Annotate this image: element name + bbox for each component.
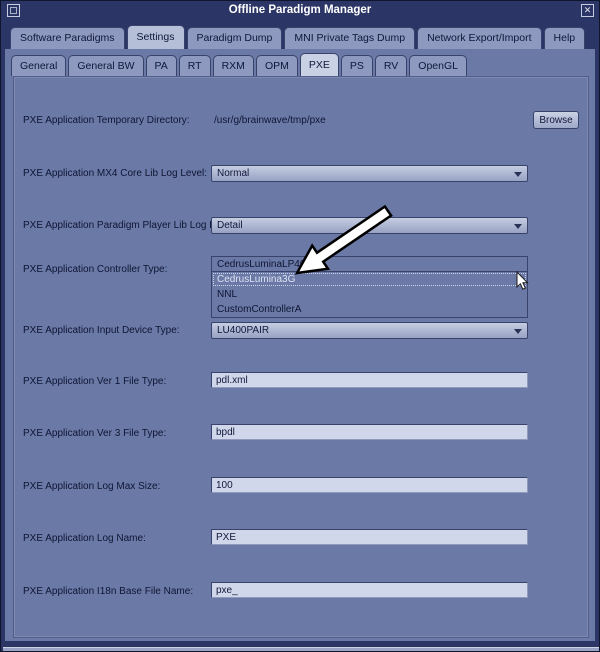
tab-pxe[interactable]: PXE (300, 53, 339, 76)
secondary-tab-bar: General General BW PA RT RXM OPM PXE PS … (11, 53, 469, 76)
temporary-directory-label: PXE Application Temporary Directory: (23, 115, 190, 126)
tab-rv[interactable]: RV (375, 55, 407, 76)
mx4-log-level-label: PXE Application MX4 Core Lib Log Level: (23, 168, 207, 179)
tab-opm[interactable]: OPM (256, 55, 298, 76)
tab-settings[interactable]: Settings (127, 25, 185, 49)
player-log-level-value: Detail (217, 220, 243, 231)
app-window: Offline Paradigm Manager ✕ Software Para… (0, 0, 600, 652)
log-max-size-input[interactable] (211, 477, 528, 493)
tab-paradigm-dump[interactable]: Paradigm Dump (187, 27, 283, 49)
chevron-down-icon (514, 329, 522, 334)
controller-option-nnl[interactable]: NNL (212, 287, 527, 302)
controller-type-listbox: CedrusLuminaLP400 CedrusLumina3G NNL Cus… (211, 256, 528, 318)
tab-opengl[interactable]: OpenGL (409, 55, 467, 76)
input-device-type-combobox[interactable]: LU400PAIR (211, 322, 528, 339)
tab-rt[interactable]: RT (179, 55, 211, 76)
log-max-size-label: PXE Application Log Max Size: (23, 481, 160, 492)
mx4-log-level-value: Normal (217, 168, 249, 179)
title-bar: Offline Paradigm Manager ✕ (1, 1, 599, 19)
close-icon[interactable]: ✕ (581, 4, 594, 17)
controller-type-label: PXE Application Controller Type: (23, 264, 167, 275)
ver3-file-type-label: PXE Application Ver 3 File Type: (23, 428, 166, 439)
log-name-input[interactable] (211, 529, 528, 545)
tab-pa[interactable]: PA (146, 55, 177, 76)
tab-general-bw[interactable]: General BW (68, 55, 143, 76)
pxe-settings-panel (13, 76, 589, 638)
player-log-level-label: PXE Application Paradigm Player Lib Log … (23, 220, 236, 231)
tab-mni-private-tags-dump[interactable]: MNI Private Tags Dump (284, 27, 415, 49)
i18n-base-file-name-input[interactable] (211, 582, 528, 598)
input-device-type-label: PXE Application Input Device Type: (23, 325, 180, 336)
window-menu-icon[interactable] (7, 4, 20, 17)
tab-help[interactable]: Help (544, 27, 586, 49)
browse-button[interactable]: Browse (533, 111, 579, 129)
tab-rxm[interactable]: RXM (213, 55, 254, 76)
tab-network-export-import[interactable]: Network Export/Import (417, 27, 541, 49)
ver1-file-type-input[interactable] (211, 372, 528, 388)
log-name-label: PXE Application Log Name: (23, 533, 146, 544)
mx4-log-level-combobox[interactable]: Normal (211, 165, 528, 182)
controller-option-cedruslumina3g[interactable]: CedrusLumina3G (212, 272, 527, 287)
tab-ps[interactable]: PS (341, 55, 373, 76)
controller-option-customcontrollera[interactable]: CustomControllerA (212, 302, 527, 317)
primary-tab-bar: Software Paradigms Settings Paradigm Dum… (1, 19, 599, 49)
i18n-base-file-name-label: PXE Application I18n Base File Name: (23, 586, 193, 597)
input-device-type-value: LU400PAIR (217, 325, 269, 336)
chevron-down-icon (514, 172, 522, 177)
player-log-level-combobox[interactable]: Detail (211, 217, 528, 234)
window-title: Offline Paradigm Manager (1, 4, 599, 16)
bottom-panel-edge (1, 641, 599, 652)
tab-software-paradigms[interactable]: Software Paradigms (10, 27, 125, 49)
ver1-file-type-label: PXE Application Ver 1 File Type: (23, 376, 166, 387)
settings-page: General General BW PA RT RXM OPM PXE PS … (5, 49, 595, 641)
chevron-down-icon (514, 224, 522, 229)
ver3-file-type-input[interactable] (211, 424, 528, 440)
temporary-directory-value: /usr/g/brainwave/tmp/pxe (214, 115, 326, 126)
controller-option-cedrusluminalp400[interactable]: CedrusLuminaLP400 (212, 257, 527, 272)
tab-general[interactable]: General (11, 55, 66, 76)
